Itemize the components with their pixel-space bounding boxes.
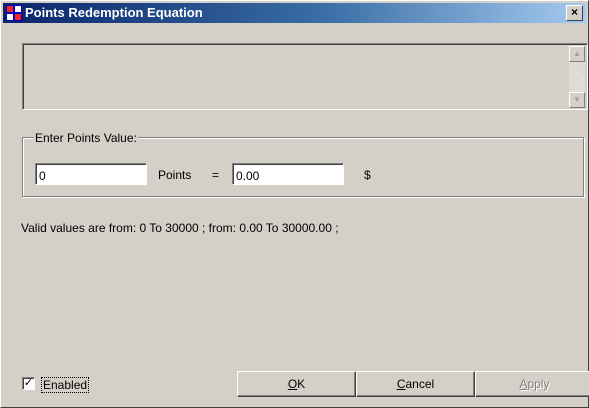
dollar-label: $ bbox=[364, 168, 371, 182]
title-bar[interactable]: Points Redemption Equation × bbox=[3, 3, 586, 23]
valid-range-text: Valid values are from: 0 To 30000 ; from… bbox=[21, 221, 339, 235]
ok-label-rest: K bbox=[297, 377, 306, 391]
apply-button[interactable]: Apply bbox=[475, 371, 589, 397]
equals-label: = bbox=[212, 168, 220, 182]
scroll-up-icon: ▲ bbox=[573, 49, 581, 58]
enabled-label[interactable]: Enabled bbox=[41, 377, 90, 393]
description-textarea[interactable]: ▲ ▼ bbox=[22, 43, 588, 110]
window-title: Points Redemption Equation bbox=[25, 5, 203, 20]
points-input[interactable] bbox=[35, 163, 147, 185]
dialog-window: Points Redemption Equation × ▲ ▼ Enter P… bbox=[0, 0, 589, 408]
vertical-scrollbar[interactable]: ▲ ▼ bbox=[569, 46, 585, 108]
app-grid-icon bbox=[6, 5, 22, 21]
dollar-input[interactable] bbox=[232, 163, 344, 185]
scroll-down-icon: ▼ bbox=[573, 95, 581, 104]
check-icon: ✓ bbox=[23, 377, 34, 389]
points-group-legend: Enter Points Value: bbox=[34, 131, 138, 145]
close-icon: × bbox=[570, 5, 578, 19]
apply-label-rest: pply bbox=[527, 377, 550, 391]
ok-button[interactable]: OK bbox=[237, 371, 356, 397]
ok-hotkey: O bbox=[287, 377, 298, 391]
cancel-button[interactable]: Cancel bbox=[356, 371, 475, 397]
scroll-down-button[interactable]: ▼ bbox=[569, 92, 585, 108]
enabled-checkbox[interactable]: ✓ bbox=[22, 377, 35, 390]
apply-hotkey: A bbox=[519, 377, 528, 391]
points-label: Points bbox=[158, 168, 192, 182]
close-button[interactable]: × bbox=[566, 5, 583, 21]
scroll-up-button[interactable]: ▲ bbox=[569, 46, 585, 62]
cancel-label-rest: ancel bbox=[405, 377, 435, 391]
